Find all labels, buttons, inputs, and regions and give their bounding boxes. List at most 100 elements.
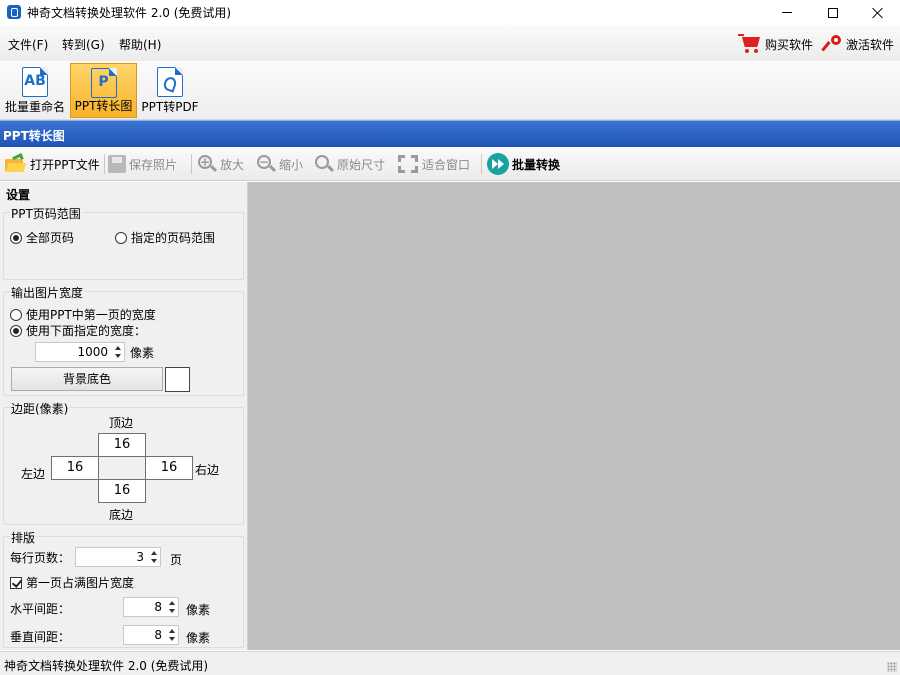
activate-software-label: 激活软件	[846, 37, 895, 52]
ribbon-ppt-to-pdf[interactable]: PPT转PDF	[139, 63, 201, 118]
margin-right-input[interactable]: 16	[145, 456, 193, 480]
original-size-icon	[314, 154, 335, 174]
ribbon-ppt-to-pdf-label: PPT转PDF	[141, 100, 199, 114]
spinner-arrows-icon[interactable]	[112, 343, 124, 361]
close-icon	[872, 7, 884, 19]
horizontal-gap-label: 水平间距：	[10, 602, 71, 616]
minimize-icon	[782, 12, 792, 13]
settings-title: 设置	[6, 188, 31, 202]
pdf-icon	[157, 67, 183, 97]
buy-software-button[interactable]: 购买软件	[738, 33, 813, 55]
spinner-arrows-icon[interactable]	[166, 598, 178, 616]
page-range-title: PPT页码范围	[10, 205, 82, 222]
range-all-radio[interactable]: 全部页码	[10, 229, 74, 246]
margin-bottom-label: 底边	[109, 508, 134, 522]
batch-convert-button[interactable]: 批量转换	[487, 153, 560, 175]
spinner-arrows-icon[interactable]	[166, 626, 178, 644]
radio-unselected-icon	[10, 308, 22, 321]
save-photo-button[interactable]: 保存照片	[108, 153, 177, 175]
status-text: 神奇文档转换处理软件 2.0 (免费试用)	[4, 659, 209, 673]
width-custom-radio[interactable]: 使用下面指定的宽度：	[10, 322, 146, 339]
minimize-button[interactable]	[764, 0, 810, 25]
margin-left-input[interactable]: 16	[51, 456, 99, 480]
width-value: 1000	[77, 345, 108, 359]
first-page-full-width-label: 第一页占满图片宽度	[26, 576, 135, 590]
resize-grip-icon[interactable]	[887, 662, 897, 672]
maximize-button[interactable]	[810, 0, 856, 25]
radio-selected-icon	[10, 324, 22, 337]
spinner-arrows-icon[interactable]	[148, 548, 160, 566]
zoom-in-button[interactable]: + 放大	[197, 153, 244, 175]
menu-bar: 文件(F) 转到(G) 帮助(H) 购买软件 激活软件	[0, 25, 900, 61]
ribbon-ppt-to-long-image-label: PPT转长图	[74, 99, 133, 113]
width-unit: 像素	[130, 346, 155, 360]
settings-panel: 设置 PPT页码范围 全部页码 指定的页码范围 输出图片宽度 使用PPT中第一页…	[0, 182, 248, 650]
save-icon	[108, 155, 126, 173]
margin-right-label: 右边	[195, 463, 220, 477]
vertical-gap-spinner[interactable]: 8	[123, 625, 179, 645]
horizontal-gap-unit: 像素	[186, 603, 211, 617]
open-folder-icon	[3, 153, 27, 173]
output-width-group: 输出图片宽度 使用PPT中第一页的宽度 使用下面指定的宽度： 1000 像素 背…	[3, 284, 244, 396]
open-ppt-button[interactable]: 打开PPT文件	[3, 153, 100, 175]
range-all-label: 全部页码	[26, 231, 75, 245]
app-icon	[7, 5, 21, 19]
open-ppt-label: 打开PPT文件	[30, 157, 100, 172]
background-color-swatch[interactable]	[165, 367, 190, 392]
background-color-button[interactable]: 背景底色	[11, 367, 163, 391]
zoom-out-label: 缩小	[279, 157, 304, 172]
pages-per-row-unit: 页	[170, 553, 183, 567]
pages-per-row-spinner[interactable]: 3	[75, 547, 161, 567]
section-header: PPT转长图	[0, 120, 900, 147]
toolbar: 打开PPT文件 保存照片 + 放大 − 缩小 原始尺寸 适合窗口 批量转换	[0, 148, 900, 181]
radio-selected-icon	[10, 231, 22, 244]
range-specified-radio[interactable]: 指定的页码范围	[115, 229, 215, 246]
window-title: 神奇文档转换处理软件 2.0 (免费试用)	[27, 6, 232, 20]
vertical-gap-unit: 像素	[186, 631, 211, 645]
ribbon-batch-rename[interactable]: AB 批量重命名	[2, 63, 68, 118]
range-specified-label: 指定的页码范围	[131, 231, 216, 245]
key-icon	[821, 34, 842, 54]
pages-per-row-value: 3	[136, 550, 144, 564]
maximize-icon	[828, 7, 838, 18]
batch-convert-label: 批量转换	[512, 157, 561, 172]
first-page-full-width-checkbox[interactable]: 第一页占满图片宽度	[10, 574, 134, 591]
fit-window-button[interactable]: 适合窗口	[397, 153, 470, 175]
margin-bottom-input[interactable]: 16	[98, 479, 146, 503]
save-photo-label: 保存照片	[129, 157, 178, 172]
vertical-gap-label: 垂直间距：	[10, 630, 71, 644]
margin-left-label: 左边	[21, 467, 46, 481]
original-size-button[interactable]: 原始尺寸	[314, 153, 385, 175]
vertical-gap-value: 8	[154, 628, 162, 642]
close-button[interactable]	[855, 0, 900, 25]
ribbon-batch-rename-label: 批量重命名	[4, 100, 65, 114]
activate-software-button[interactable]: 激活软件	[821, 33, 895, 55]
margin-title: 边距(像素)	[10, 400, 70, 417]
width-first-page-label: 使用PPT中第一页的宽度	[26, 308, 156, 322]
margin-group: 边距(像素) 顶边 16 左边 16 16 右边 16 底边	[3, 400, 244, 525]
checkbox-checked-icon	[10, 576, 22, 589]
page-range-group: PPT页码范围 全部页码 指定的页码范围	[3, 205, 244, 280]
margin-top-input[interactable]: 16	[98, 433, 146, 457]
menu-file[interactable]: 文件(F)	[8, 36, 48, 53]
fast-forward-icon	[487, 153, 509, 175]
horizontal-gap-spinner[interactable]: 8	[123, 597, 179, 617]
pages-per-row-label: 每行页数：	[10, 551, 71, 565]
margin-top-label: 顶边	[109, 416, 134, 430]
output-width-title: 输出图片宽度	[10, 284, 85, 301]
width-spinner[interactable]: 1000	[35, 342, 125, 362]
layout-title: 排版	[10, 529, 37, 546]
preview-area[interactable]	[248, 182, 900, 650]
zoom-out-button[interactable]: − 缩小	[256, 153, 303, 175]
original-size-label: 原始尺寸	[337, 157, 386, 172]
menu-help[interactable]: 帮助(H)	[119, 36, 161, 53]
menu-goto[interactable]: 转到(G)	[62, 36, 105, 53]
title-bar: 神奇文档转换处理软件 2.0 (免费试用)	[0, 0, 900, 25]
zoom-out-icon: −	[256, 154, 277, 174]
ribbon-ppt-to-long-image[interactable]: P PPT转长图	[70, 63, 137, 118]
horizontal-gap-value: 8	[154, 600, 162, 614]
shopping-cart-icon	[738, 34, 762, 54]
width-first-page-radio[interactable]: 使用PPT中第一页的宽度	[10, 306, 156, 323]
radio-unselected-icon	[115, 231, 127, 244]
width-custom-label: 使用下面指定的宽度：	[26, 324, 147, 338]
